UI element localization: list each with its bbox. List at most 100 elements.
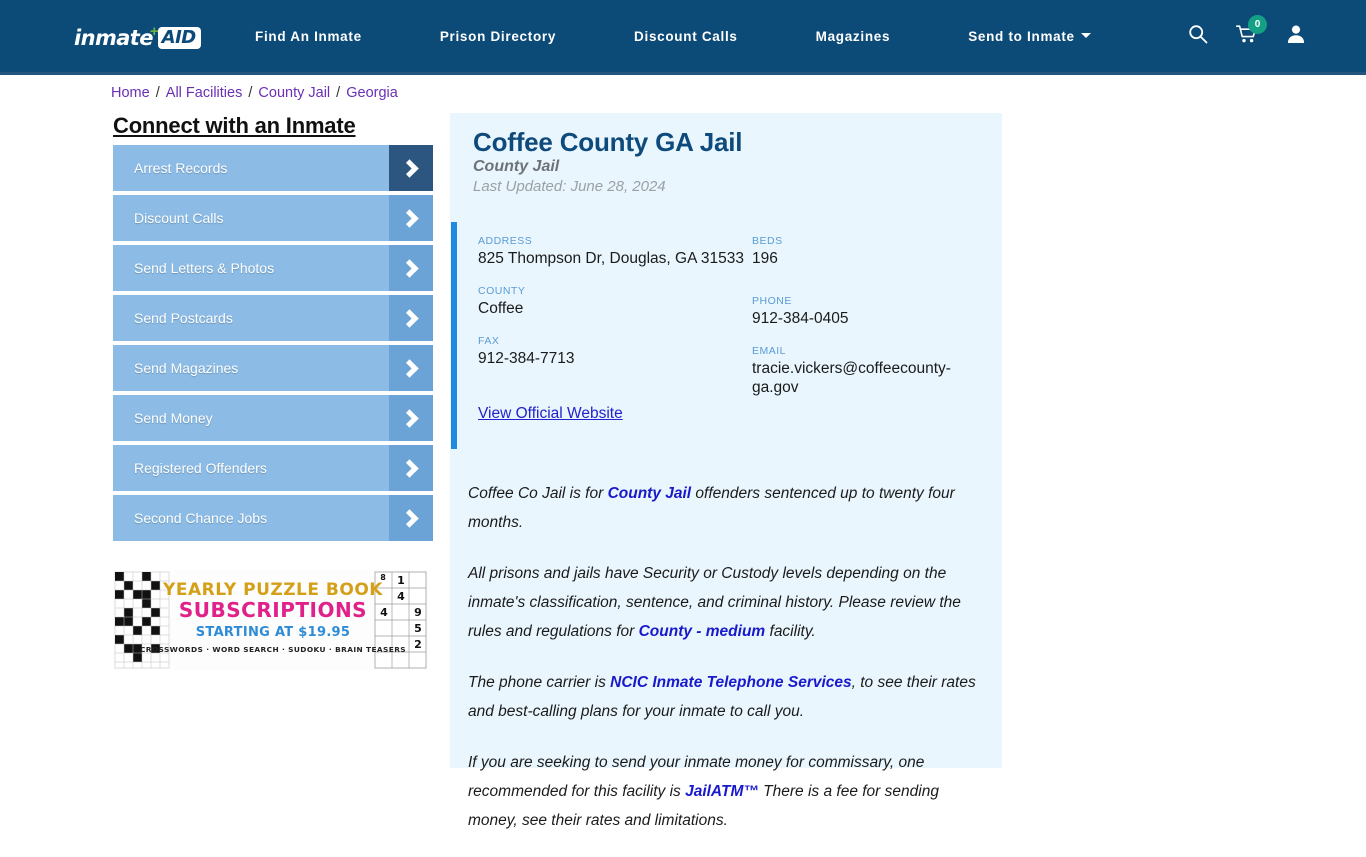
nav-item-prison-directory[interactable]: Prison Directory — [440, 23, 556, 50]
facility-type-label: County Jail — [473, 158, 560, 175]
field-value: 825 Thompson Dr, Douglas, GA 31533 — [478, 250, 744, 267]
paragraph-text: facility. — [765, 623, 816, 640]
page-title: Coffee County GA Jail — [473, 127, 743, 157]
svg-text:4: 4 — [380, 606, 388, 619]
svg-text:5: 5 — [414, 622, 422, 635]
sidebar-item-send-money[interactable]: Send Money — [113, 395, 433, 441]
view-official-website-link[interactable]: View Official Website — [478, 405, 623, 423]
field-value: tracie.vickers@coffeecounty-ga.gov — [752, 360, 951, 396]
nav-item-label: Prison Directory — [439, 28, 557, 44]
breadcrumb-separator: / — [244, 85, 257, 101]
nav-item-label: Find An Inmate — [255, 28, 362, 44]
logo-badge: AID — [157, 27, 201, 49]
field-label: FAX — [478, 335, 500, 347]
field-value: Coffee — [478, 300, 524, 317]
user-account-icon[interactable] — [1286, 24, 1306, 49]
field-county: COUNTY Coffee — [478, 285, 752, 318]
field-beds: BEDS 196 — [752, 235, 978, 268]
sidebar-item-label: Discount Calls — [134, 210, 224, 226]
sidebar-item-registered-offenders[interactable]: Registered Offenders — [113, 445, 433, 491]
search-icon[interactable] — [1188, 24, 1208, 49]
sidebar-item-label: Registered Offenders — [134, 460, 267, 476]
nav-item-label: Discount Calls — [634, 28, 738, 44]
ad-line-1: YEARLY PUZZLE BOOK — [162, 580, 383, 600]
nav-item-find-an-inmate[interactable]: Find An Inmate — [255, 23, 362, 50]
sidebar-item-second-chance-jobs[interactable]: Second Chance Jobs — [113, 495, 433, 541]
field-phone: PHONE 912-384-0405 — [752, 295, 978, 328]
description-paragraph: If you are seeking to send your inmate m… — [468, 748, 988, 835]
highlight-term: County - medium — [638, 623, 766, 640]
field-address: ADDRESS 825 Thompson Dr, Douglas, GA 315… — [478, 235, 752, 268]
field-fax: FAX 912-384-7713 — [478, 335, 752, 368]
cart-icon[interactable]: 0 — [1236, 14, 1267, 49]
description-paragraph: All prisons and jails have Security or C… — [468, 559, 988, 646]
breadcrumb-item-home[interactable]: Home — [111, 85, 150, 101]
chevron-right-icon — [389, 245, 433, 291]
svg-text:9: 9 — [414, 606, 422, 619]
svg-text:1: 1 — [397, 574, 405, 587]
breadcrumb-separator: / — [332, 85, 345, 101]
breadcrumb-item-county-jail[interactable]: County Jail — [258, 85, 330, 101]
chevron-right-icon — [389, 445, 433, 491]
chevron-right-icon — [389, 495, 433, 541]
sidebar-item-send-magazines[interactable]: Send Magazines — [113, 345, 433, 391]
sidebar-item-label: Send Postcards — [134, 310, 233, 326]
sidebar-heading: Connect with an Inmate — [113, 113, 356, 138]
paragraph-text: Coffee Co Jail is for — [468, 485, 608, 502]
sidebar-item-label: Arrest Records — [134, 160, 228, 176]
chevron-right-icon — [389, 145, 433, 191]
nav-item-label: Send to Inmate — [968, 28, 1075, 44]
field-label: EMAIL — [752, 345, 787, 357]
sidebar-item-label: Second Chance Jobs — [134, 510, 268, 526]
chevron-right-icon — [389, 195, 433, 241]
field-value: 196 — [752, 250, 778, 267]
facility-details-grid: ADDRESS 825 Thompson Dr, Douglas, GA 315… — [478, 235, 978, 414]
chevron-down-icon — [1080, 33, 1091, 39]
logo-plus-icon: + — [149, 22, 159, 40]
sidebar-menu: Arrest Records Discount Calls Send Lette… — [113, 145, 433, 545]
field-label: BEDS — [752, 235, 783, 247]
facility-details-left-column: ADDRESS 825 Thompson Dr, Douglas, GA 315… — [478, 235, 752, 414]
main-navigation: Find An Inmate Prison Directory Discount… — [255, 0, 1091, 72]
nav-item-discount-calls[interactable]: Discount Calls — [634, 23, 738, 50]
highlight-term: County Jail — [607, 485, 692, 502]
sidebar-item-label: Send Money — [134, 410, 213, 426]
cart-count-badge: 0 — [1248, 14, 1267, 34]
field-email: EMAIL tracie.vickers@coffeecounty-ga.gov — [752, 345, 978, 397]
sidebar-item-discount-calls[interactable]: Discount Calls — [113, 195, 433, 241]
sidebar-item-arrest-records[interactable]: Arrest Records — [113, 145, 433, 191]
svg-text:2: 2 — [414, 638, 422, 651]
header-icon-group: 0 — [1188, 0, 1306, 72]
field-value: 912-384-0405 — [752, 310, 849, 327]
puzzle-book-ad-banner[interactable]: 14 49 52 8 YEARLY PUZZLE BOOK SUBSCRIPTI… — [113, 570, 428, 670]
facility-details-right-column: BEDS 196 PHONE 912-384-0405 EMAIL tracie… — [752, 235, 978, 414]
site-logo[interactable]: inmate + AID — [74, 22, 201, 52]
site-header: inmate + AID Find An Inmate Prison Directo… — [0, 0, 1366, 75]
nav-item-send-to-inmate[interactable]: Send to Inmate — [968, 23, 1091, 50]
sidebar-item-send-postcards[interactable]: Send Postcards — [113, 295, 433, 341]
nav-item-label: Magazines — [815, 28, 891, 44]
field-label: COUNTY — [478, 285, 526, 297]
sidebar-item-label: Send Magazines — [134, 360, 239, 376]
description-paragraph: The phone carrier is NCIC Inmate Telepho… — [468, 668, 988, 726]
chevron-right-icon — [389, 395, 433, 441]
nav-item-magazines[interactable]: Magazines — [816, 23, 891, 50]
ad-line-4: CROSSWORDS · WORD SEARCH · SUDOKU · BRAI… — [140, 645, 406, 654]
field-label: ADDRESS — [478, 235, 533, 247]
description-paragraph: Coffee Co Jail is for County Jail offend… — [468, 479, 988, 537]
breadcrumb-separator: / — [151, 85, 164, 101]
field-label: PHONE — [752, 295, 792, 307]
svg-text:4: 4 — [397, 590, 405, 603]
field-value: 912-384-7713 — [478, 350, 575, 367]
ad-line-3: STARTING AT $19.95 — [196, 625, 351, 640]
highlight-term: NCIC Inmate Telephone Services — [610, 674, 852, 691]
panel-accent-bar — [451, 222, 457, 449]
chevron-right-icon — [389, 345, 433, 391]
sidebar-item-send-letters-photos[interactable]: Send Letters & Photos — [113, 245, 433, 291]
facility-description: Coffee Co Jail is for County Jail offend… — [468, 479, 988, 857]
breadcrumb-item-georgia[interactable]: Georgia — [346, 85, 398, 101]
breadcrumb-item-all-facilities[interactable]: All Facilities — [166, 85, 243, 101]
paragraph-text: The phone carrier is — [468, 674, 611, 691]
chevron-right-icon — [389, 295, 433, 341]
logo-word: inmate — [74, 26, 153, 50]
